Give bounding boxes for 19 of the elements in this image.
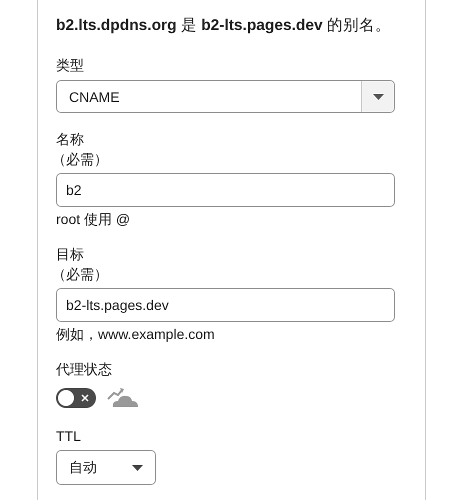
field-label: 类型 <box>56 56 85 74</box>
field-label: 名称 <box>56 130 85 148</box>
field-label: TTL <box>56 427 82 445</box>
field-hint: root 使用 @ <box>56 210 132 228</box>
x-icon <box>81 394 89 402</box>
name-input[interactable]: b2 <box>56 173 395 207</box>
ttl-select[interactable]: 自动 <box>56 450 156 485</box>
proxy-toggle[interactable] <box>56 388 96 408</box>
cloud-icon <box>106 386 140 410</box>
caret-icon <box>372 94 384 100</box>
type-select[interactable]: CNAME <box>56 80 395 113</box>
target-input[interactable]: b2-lts.pages.dev <box>56 288 395 322</box>
field-hint: 例如，www.example.com <box>56 325 216 343</box>
field-label: 目标 <box>56 245 85 263</box>
required-note: （必需） <box>52 265 109 283</box>
caret-icon <box>132 464 143 470</box>
alias-description: b2.lts.dpdns.org 是 b2-lts.pages.dev 的别名。 <box>56 16 392 36</box>
field-label: 代理状态 <box>56 360 113 378</box>
required-note: （必需） <box>52 150 109 168</box>
